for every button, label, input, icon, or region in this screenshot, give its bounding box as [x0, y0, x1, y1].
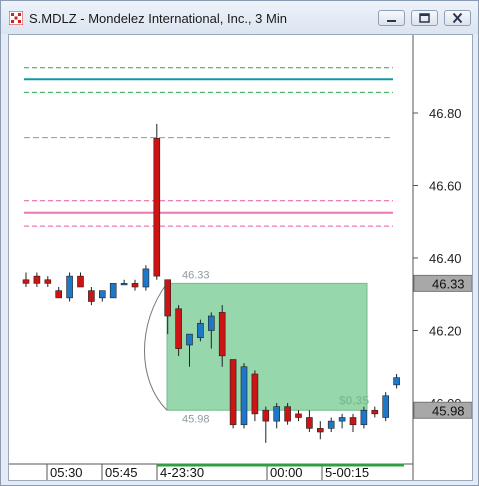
- window-right-border: [473, 34, 478, 481]
- zone-bracket-curve: [144, 283, 168, 411]
- zone-top-label: 46.33: [182, 269, 210, 281]
- chart-window: S.MDLZ - Mondelez International, Inc., 3…: [0, 0, 479, 486]
- restore-button[interactable]: [411, 10, 438, 26]
- candle-body[interactable]: [153, 138, 161, 277]
- time-tick-label: 05:45: [105, 465, 138, 480]
- candle-body[interactable]: [197, 322, 204, 339]
- candle-body[interactable]: [316, 428, 324, 433]
- zone-profit-label: $0.35: [339, 393, 369, 407]
- chart-area[interactable]: 46.3345.98$0.3546.8046.6046.4046.2046.00…: [8, 34, 473, 481]
- candle-body[interactable]: [295, 413, 302, 418]
- candle-body[interactable]: [284, 406, 291, 422]
- candle-body[interactable]: [186, 333, 193, 346]
- price-tick-label: 46.40: [429, 251, 462, 266]
- zone-bottom-label: 45.98: [182, 413, 210, 425]
- candle-body[interactable]: [175, 308, 182, 349]
- candle-body[interactable]: [120, 283, 128, 286]
- trade-zone-rect[interactable]: [166, 282, 368, 411]
- time-tick-label: 05:30: [50, 465, 83, 480]
- candle-body[interactable]: [131, 283, 139, 288]
- close-button[interactable]: [444, 10, 471, 26]
- candle-body[interactable]: [262, 409, 270, 422]
- candle-body[interactable]: [240, 366, 248, 426]
- candle-body[interactable]: [99, 290, 106, 299]
- price-tick-label: 46.20: [429, 324, 462, 339]
- candle-body[interactable]: [44, 279, 52, 284]
- candle-body[interactable]: [218, 312, 226, 357]
- window-title: S.MDLZ - Mondelez International, Inc., 3…: [29, 11, 287, 26]
- candle-body[interactable]: [55, 290, 63, 299]
- time-tick-label: 00:00: [270, 465, 303, 480]
- candle-body[interactable]: [229, 359, 237, 426]
- candle-body[interactable]: [349, 417, 357, 426]
- candle-body[interactable]: [164, 279, 171, 317]
- candle-body[interactable]: [109, 283, 117, 299]
- restore-icon: [419, 13, 430, 23]
- candle-body[interactable]: [33, 275, 41, 284]
- price-tag-label: 46.33: [432, 276, 465, 291]
- price-tag-label: 45.98: [432, 403, 465, 418]
- candle-body[interactable]: [142, 268, 150, 288]
- candle-body[interactable]: [382, 395, 390, 418]
- candle-body[interactable]: [327, 420, 335, 429]
- candle-body[interactable]: [306, 417, 313, 429]
- minimize-button[interactable]: [378, 10, 405, 26]
- price-tick-label: 46.60: [429, 179, 462, 194]
- candle-body[interactable]: [338, 417, 346, 422]
- candle-body[interactable]: [273, 406, 281, 422]
- minimize-icon: [387, 20, 396, 22]
- candle-body[interactable]: [371, 409, 379, 415]
- candle-body[interactable]: [77, 275, 84, 288]
- candle-body[interactable]: [360, 409, 368, 426]
- candle-body[interactable]: [22, 279, 30, 284]
- title-bar[interactable]: S.MDLZ - Mondelez International, Inc., 3…: [1, 1, 478, 34]
- close-icon: [452, 12, 463, 24]
- candle-body[interactable]: [393, 377, 400, 386]
- time-tick-label: 5-00:15: [325, 465, 369, 480]
- price-chart[interactable]: 46.3345.98$0.3546.8046.6046.4046.2046.00…: [9, 35, 473, 480]
- candle-body[interactable]: [88, 290, 95, 302]
- candle-body[interactable]: [251, 373, 259, 415]
- price-tick-label: 46.80: [429, 106, 462, 121]
- candle-body[interactable]: [66, 275, 73, 299]
- candle-body[interactable]: [208, 315, 215, 331]
- app-logo-icon: [9, 11, 23, 25]
- time-tick-label: 4-23:30: [160, 465, 204, 480]
